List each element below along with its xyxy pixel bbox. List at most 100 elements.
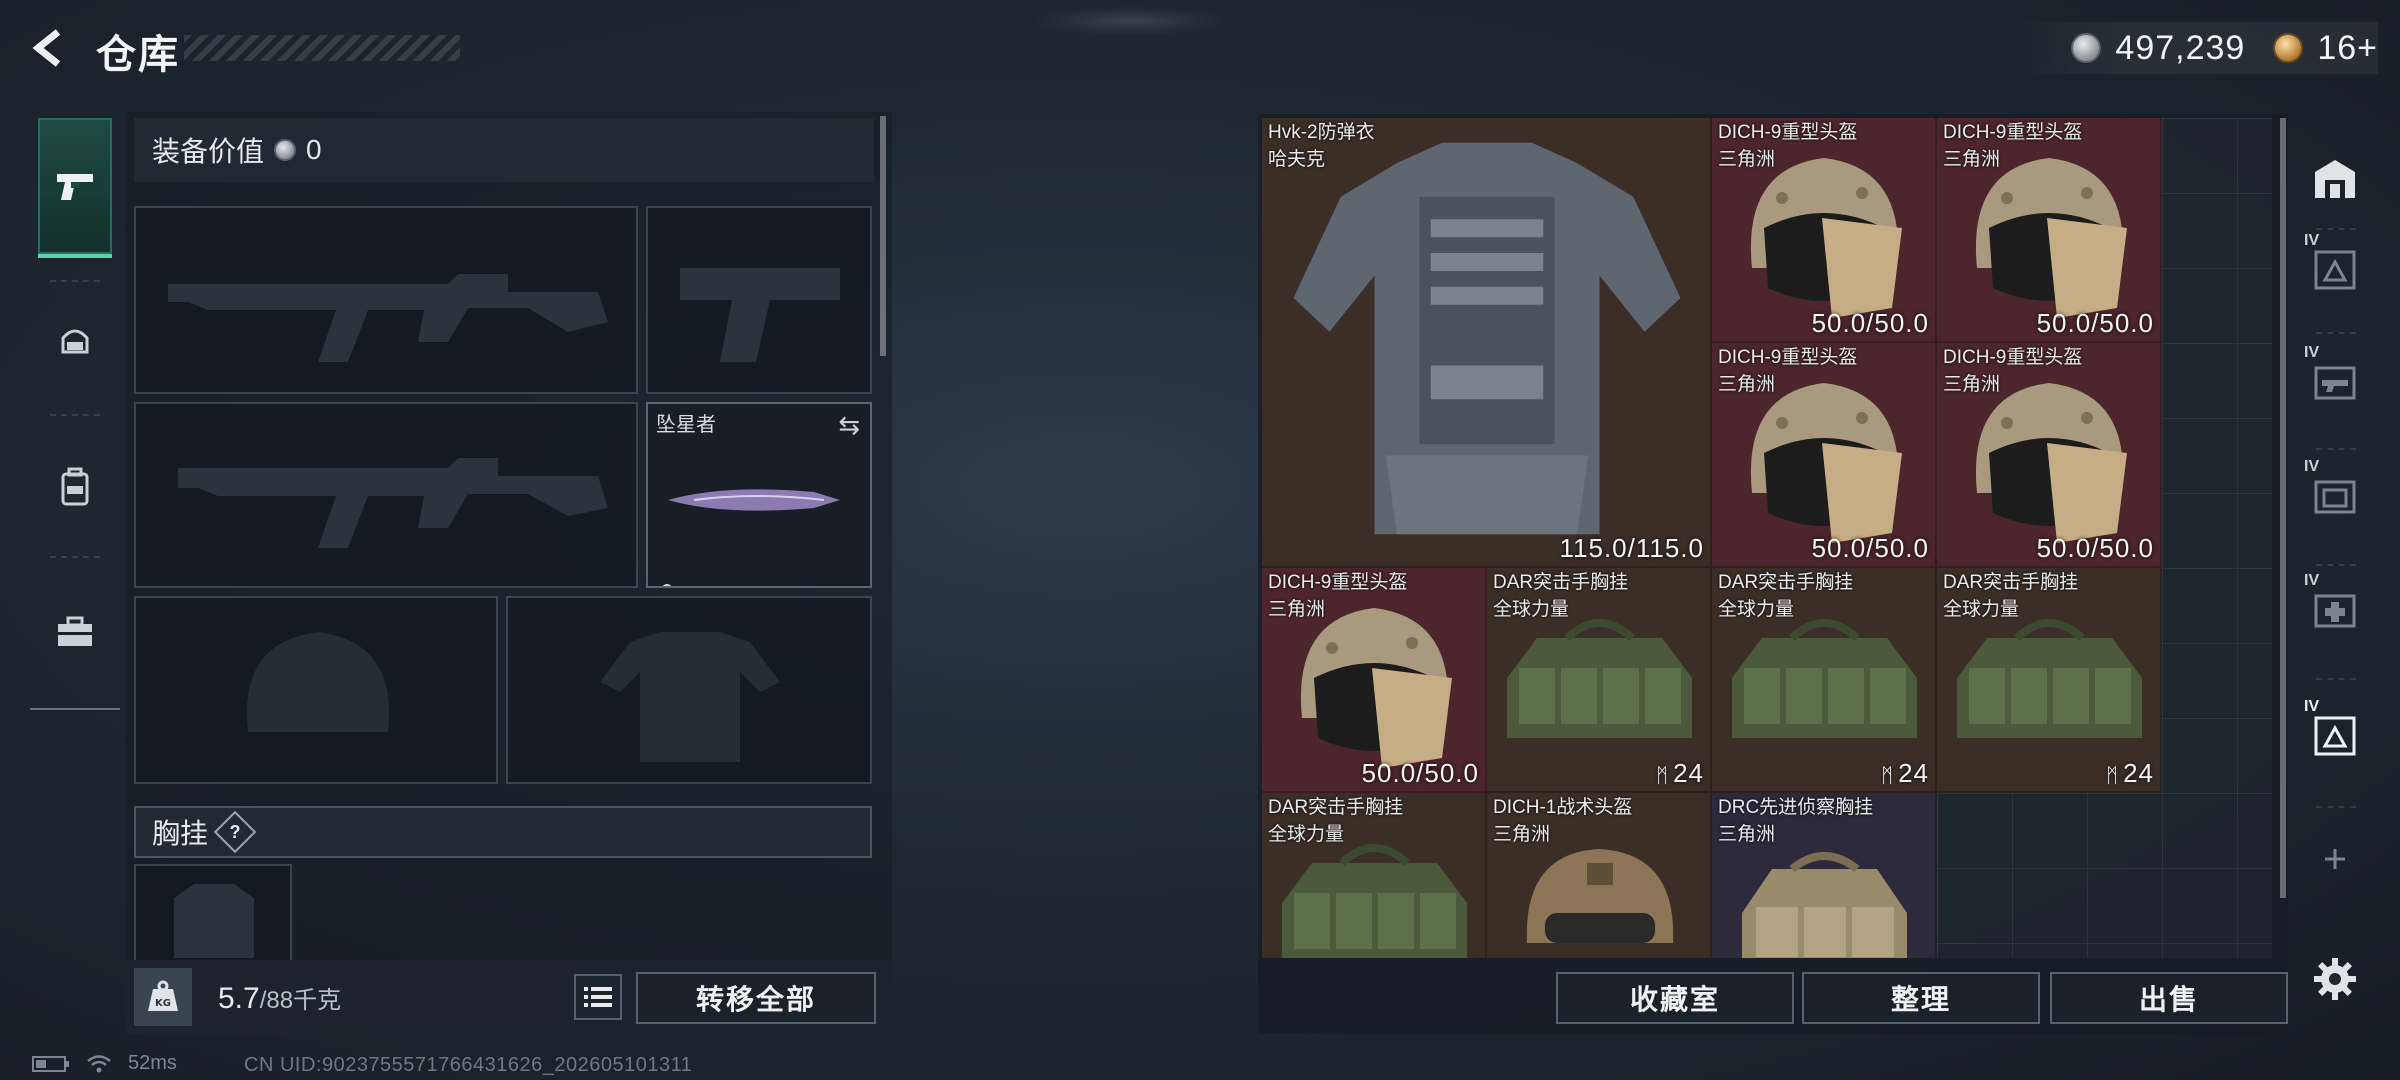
- transfer-all-button[interactable]: 转移全部: [636, 972, 876, 1024]
- item-faction: 三角洲: [1943, 149, 2001, 170]
- inventory-scrollbar[interactable]: [2280, 118, 2286, 898]
- item-faction: 三角洲: [1943, 374, 2001, 395]
- chest-rig-slot[interactable]: [134, 864, 292, 960]
- category-sidebar: [30, 112, 120, 712]
- tier4-medkit-icon: [2314, 594, 2356, 628]
- back-button[interactable]: [22, 22, 74, 74]
- storage-helmet-case[interactable]: IV: [2304, 232, 2366, 300]
- inventory-item[interactable]: DICH-9重型头盔 三角洲 50.0/50.0: [1937, 343, 2162, 568]
- tier4-armor-icon: [2314, 716, 2356, 756]
- tier-four-badge: IV: [2304, 232, 2320, 249]
- inventory-item[interactable]: DAR突击手胸挂 全球力量 ᛗ 24: [1937, 568, 2162, 793]
- inventory-item[interactable]: DAR突击手胸挂 全球力量 ᛗ 24: [1712, 568, 1937, 793]
- collection-room-button[interactable]: 收藏室: [1556, 972, 1794, 1024]
- weight-icon: KG: [134, 968, 192, 1026]
- ping-value: 52ms: [128, 1052, 177, 1074]
- inventory-item[interactable]: DRC先进侦察胸挂 三角洲: [1712, 793, 1937, 958]
- category-toolbox[interactable]: [38, 582, 112, 682]
- silver-coin-icon: [274, 139, 297, 161]
- settings-button[interactable]: [2304, 948, 2366, 1010]
- item-name: DICH-9重型头盔: [1718, 347, 1858, 368]
- item-faction: 三角洲: [1718, 824, 1776, 845]
- silver-currency-value: 497,239: [2115, 28, 2246, 67]
- equipment-scrollbar[interactable]: [880, 116, 886, 356]
- helmet-silhouette-icon: [246, 632, 390, 732]
- item-name: DRC先进侦察胸挂: [1718, 797, 1874, 818]
- storage-gun-case[interactable]: IV: [2304, 344, 2366, 412]
- storage-main[interactable]: [2304, 148, 2366, 210]
- category-divider: [50, 414, 100, 416]
- list-view-button[interactable]: [574, 974, 622, 1020]
- item-durability: 50.0/50.0: [2037, 308, 2154, 339]
- item-value-text: 50.0/50.0: [1811, 308, 1929, 338]
- item-capacity: ᛗ 24: [2106, 758, 2154, 789]
- title-stripe-decoration: [184, 35, 460, 61]
- equipment-value-label: 装备价值: [152, 136, 265, 167]
- item-name: DICH-9重型头盔: [1718, 122, 1858, 143]
- item-capacity: ᛗ 24: [1656, 758, 1704, 789]
- item-name: DAR突击手胸挂: [1493, 572, 1629, 593]
- inventory-item[interactable]: DICH-9重型头盔 三角洲 50.0/50.0: [1937, 118, 2162, 343]
- tier-four-badge: IV: [2304, 458, 2320, 475]
- tier4-helmet-icon: [2314, 250, 2356, 290]
- item-name: Hvk-2防弹衣: [1268, 122, 1375, 143]
- item-value-text: 24: [1898, 758, 1929, 788]
- weight-current: 5.7: [218, 982, 260, 1015]
- item-name: DICH-9重型头盔: [1943, 122, 2083, 143]
- weight-readout: 5.7/88千克: [218, 980, 341, 1016]
- item-value-text: 50.0/50.0: [2036, 308, 2154, 338]
- item-value-text: 50.0/50.0: [1361, 758, 1479, 788]
- storage-folder-case[interactable]: IV: [2304, 458, 2366, 526]
- item-value-text: 24: [2123, 758, 2154, 788]
- item-faction: 全球力量: [1718, 599, 1795, 620]
- toolbox-icon: [58, 616, 92, 646]
- help-icon[interactable]: ?: [213, 810, 257, 854]
- gold-currency-value[interactable]: 16+: [2317, 29, 2378, 68]
- category-backpack[interactable]: [38, 438, 112, 538]
- gold-coin-icon: [2273, 33, 2304, 63]
- inventory-item[interactable]: DICH-9重型头盔 三角洲 50.0/50.0: [1712, 343, 1937, 568]
- category-divider: [50, 280, 100, 282]
- armor-slot[interactable]: [506, 596, 872, 784]
- equipment-value: 0: [306, 134, 322, 165]
- silver-coin-icon: [2071, 33, 2102, 63]
- inventory-item[interactable]: DAR突击手胸挂 全球力量: [1262, 793, 1487, 958]
- swap-icon[interactable]: ⇆: [838, 410, 860, 441]
- inventory-item[interactable]: DICH-1战术头盔 三角洲: [1487, 793, 1712, 958]
- melee-name: 坠星者: [656, 414, 716, 436]
- primary-weapon-slot[interactable]: [134, 206, 638, 394]
- storage-armor-case[interactable]: IV: [2304, 698, 2366, 766]
- secondary-weapon-slot[interactable]: [134, 402, 638, 588]
- battery-icon: [32, 1055, 69, 1072]
- storage-medkit-case[interactable]: IV: [2304, 572, 2366, 640]
- capacity-icon: ᛗ: [2106, 765, 2120, 787]
- tier-four-badge: IV: [2304, 698, 2320, 715]
- item-value-text: 24: [1673, 758, 1704, 788]
- add-storage-button[interactable]: [2304, 828, 2366, 890]
- sidebar-divider: [2316, 564, 2356, 566]
- item-name: DAR突击手胸挂: [1268, 797, 1404, 818]
- tier-four-badge: IV: [2304, 572, 2320, 589]
- sell-button[interactable]: 出售: [2050, 972, 2288, 1024]
- help-label: ?: [229, 821, 241, 842]
- sidebar-divider: [2316, 806, 2356, 808]
- capacity-icon: ᛗ: [1881, 765, 1895, 787]
- organize-button[interactable]: 整理: [1802, 972, 2040, 1024]
- tier4-folder-icon: [2314, 480, 2356, 514]
- svg-text:KG: KG: [155, 998, 171, 1009]
- armor-silhouette-icon: [600, 632, 780, 762]
- pistol-icon: [57, 174, 93, 200]
- helmet-slot[interactable]: [134, 596, 498, 784]
- inventory-item[interactable]: DICH-9重型头盔 三角洲 50.0/50.0: [1262, 568, 1487, 793]
- sidebar-divider: [2316, 228, 2356, 230]
- inventory-item[interactable]: Hvk-2防弹衣 哈夫克 115.0/115.0: [1262, 118, 1712, 568]
- item-value-text: 50.0/50.0: [1811, 533, 1929, 563]
- category-helmet[interactable]: [38, 292, 112, 392]
- category-weapons[interactable]: [38, 118, 112, 258]
- sidebar-divider: [2316, 332, 2356, 334]
- inventory-item[interactable]: DICH-9重型头盔 三角洲 50.0/50.0: [1712, 118, 1937, 343]
- sidearm-slot[interactable]: [646, 206, 872, 394]
- item-name: DAR突击手胸挂: [1943, 572, 2079, 593]
- melee-slot[interactable]: 坠星者 ⇆: [646, 402, 872, 588]
- inventory-item[interactable]: DAR突击手胸挂 全球力量 ᛗ 24: [1487, 568, 1712, 793]
